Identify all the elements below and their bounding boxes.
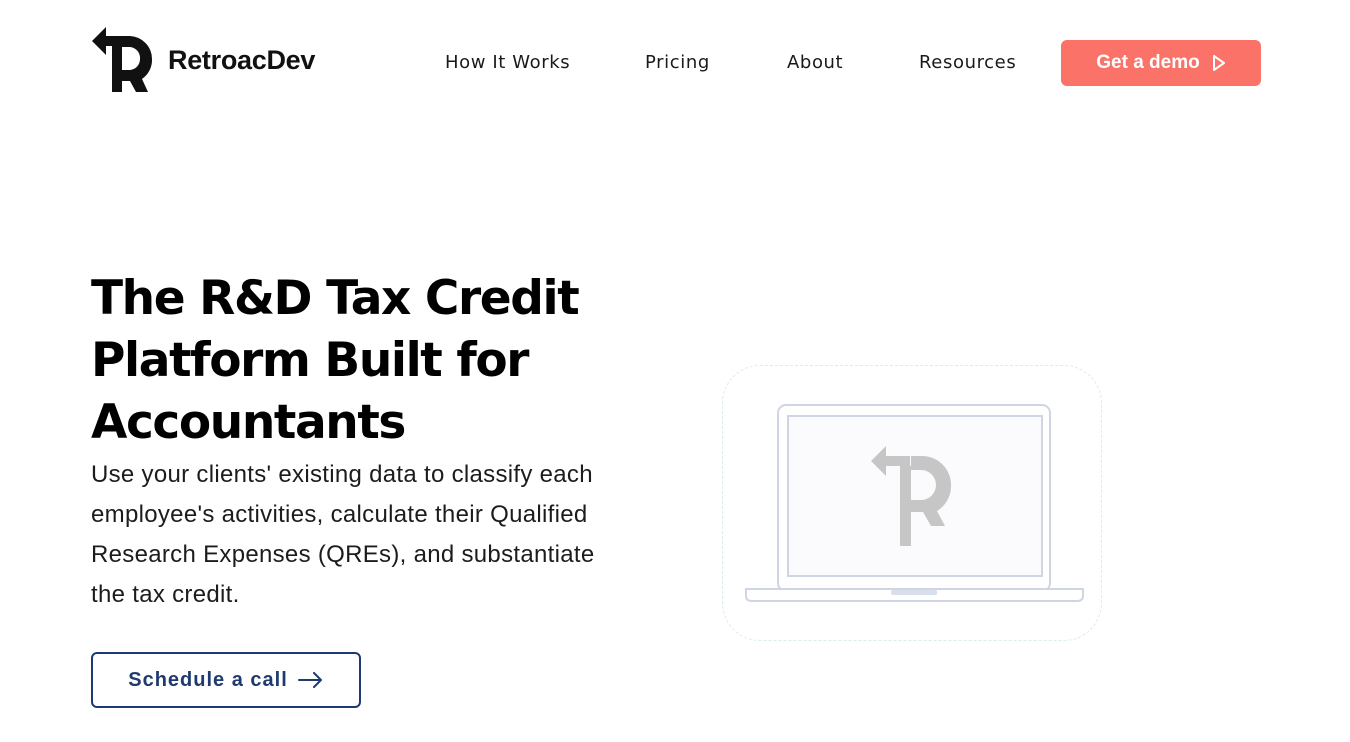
- schedule-call-button[interactable]: Schedule a call: [91, 652, 361, 708]
- hero-description-line: Use your clients' existing data to class…: [91, 461, 593, 488]
- hero-title-line: The R&D Tax Credit: [91, 271, 580, 326]
- nav-how-it-works[interactable]: How It Works: [445, 52, 570, 74]
- brand-logo[interactable]: RetroacDev: [92, 25, 315, 95]
- hero-description-line: Research Expenses (QREs), and substantia…: [91, 541, 595, 568]
- arrow-right-icon: [297, 672, 322, 688]
- get-demo-button[interactable]: Get a demo: [1061, 40, 1261, 86]
- retroacdev-logo-icon: [92, 27, 153, 92]
- brand-name: RetroacDev: [168, 44, 316, 75]
- nav-resources[interactable]: Resources: [919, 52, 1016, 74]
- play-outline-icon: [1212, 55, 1225, 71]
- hero-title-line: Platform Built for: [91, 333, 529, 388]
- hero-description-line: the tax credit.: [91, 581, 240, 608]
- get-demo-label: Get a demo: [1096, 52, 1200, 73]
- nav-about[interactable]: About: [787, 52, 843, 74]
- laptop-icon: [745, 404, 1084, 602]
- schedule-call-label: Schedule a call: [128, 668, 288, 691]
- hero-title-line: Accountants: [91, 395, 406, 450]
- hero-description: Use your clients' existing data to class…: [91, 455, 651, 615]
- nav-pricing[interactable]: Pricing: [645, 52, 710, 74]
- page: RetroacDev How It Works Pricing About Re…: [0, 0, 1350, 742]
- hero-description-line: employee's activities, calculate their Q…: [91, 501, 588, 528]
- laptop-illustration: [722, 365, 1102, 641]
- hero-title: The R&D Tax Credit Platform Built for Ac…: [91, 268, 651, 454]
